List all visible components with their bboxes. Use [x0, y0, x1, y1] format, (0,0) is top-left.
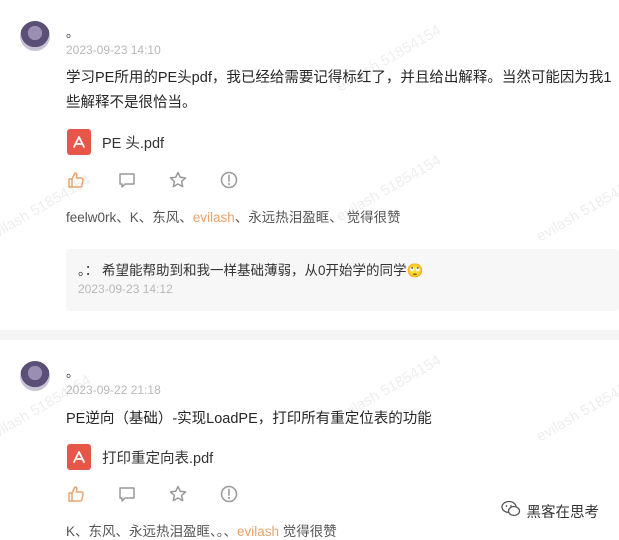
- watermark: evilash 51854154: [533, 171, 619, 246]
- likes-list: feelw0rk、K、东风、evilash、永远热泪盈眶、 觉得很赞: [66, 206, 401, 226]
- star-icon[interactable]: [168, 484, 219, 504]
- report-icon[interactable]: [219, 484, 270, 504]
- file-attachment[interactable]: 打印重定向表.pdf: [67, 443, 213, 471]
- file-attachment[interactable]: PE 头.pdf: [67, 128, 164, 156]
- author-name[interactable]: 。: [66, 362, 79, 381]
- reply-box: 。： 希望能帮助到和我一样基础薄弱，从0开始学的同学🙄 2023-09-23 1…: [66, 249, 619, 311]
- file-name[interactable]: PE 头.pdf: [102, 132, 164, 153]
- post-content-line: PE逆向（基础）-实现LoadPE，打印所有重定位表的功能: [66, 411, 432, 427]
- post-content-line: 学习PE所用的PE头pdf，我已经给需要记得标红了，并且给出解释。当然可能因为我…: [66, 70, 612, 86]
- likes-names[interactable]: K、东风、永远热泪盈眶、。、: [66, 524, 237, 539]
- star-icon[interactable]: [168, 170, 219, 190]
- wechat-icon: [500, 500, 521, 522]
- comment-icon[interactable]: [117, 170, 168, 190]
- likes-list: K、东风、永远热泪盈眶、。、evilash 觉得很赞: [66, 520, 337, 540]
- like-icon[interactable]: [66, 484, 117, 504]
- post-content: 学习PE所用的PE头pdf，我已经给需要记得标红了，并且给出解释。当然可能因为我…: [66, 66, 611, 116]
- avatar[interactable]: [20, 21, 50, 51]
- watermark: evilash 51854154: [533, 371, 619, 446]
- likes-names[interactable]: feelw0rk、K、东风、: [66, 210, 193, 225]
- post-divider: [0, 330, 619, 340]
- brand-name: 黑客在思考: [526, 504, 600, 521]
- reply-time: 2023-09-23 14:12: [78, 282, 173, 296]
- file-name[interactable]: 打印重定向表.pdf: [102, 447, 213, 468]
- likes-suffix: 觉得很赞: [279, 524, 337, 539]
- pdf-icon: [67, 129, 91, 155]
- pdf-icon: [67, 444, 91, 470]
- post-time: 2023-09-22 21:18: [66, 383, 161, 397]
- post-actions: [66, 170, 270, 190]
- reply-text: 。： 希望能帮助到和我一样基础薄弱，从0开始学的同学🙄: [78, 263, 424, 278]
- likes-name-highlight[interactable]: evilash: [237, 524, 279, 539]
- report-icon[interactable]: [219, 170, 270, 190]
- avatar[interactable]: [20, 361, 50, 391]
- post-content-line: 些解释不是很恰当。: [66, 95, 197, 111]
- post-time: 2023-09-23 14:10: [66, 43, 161, 57]
- brand-watermark: 黑客在思考: [500, 500, 600, 522]
- comment-icon[interactable]: [117, 484, 168, 504]
- post-actions: [66, 484, 270, 504]
- like-icon[interactable]: [66, 170, 117, 190]
- post-content: PE逆向（基础）-实现LoadPE，打印所有重定位表的功能: [66, 407, 432, 432]
- likes-suffix: 、永远热泪盈眶、 觉得很赞: [234, 210, 401, 225]
- author-name[interactable]: 。: [66, 22, 79, 41]
- likes-name-highlight[interactable]: evilash: [193, 210, 235, 225]
